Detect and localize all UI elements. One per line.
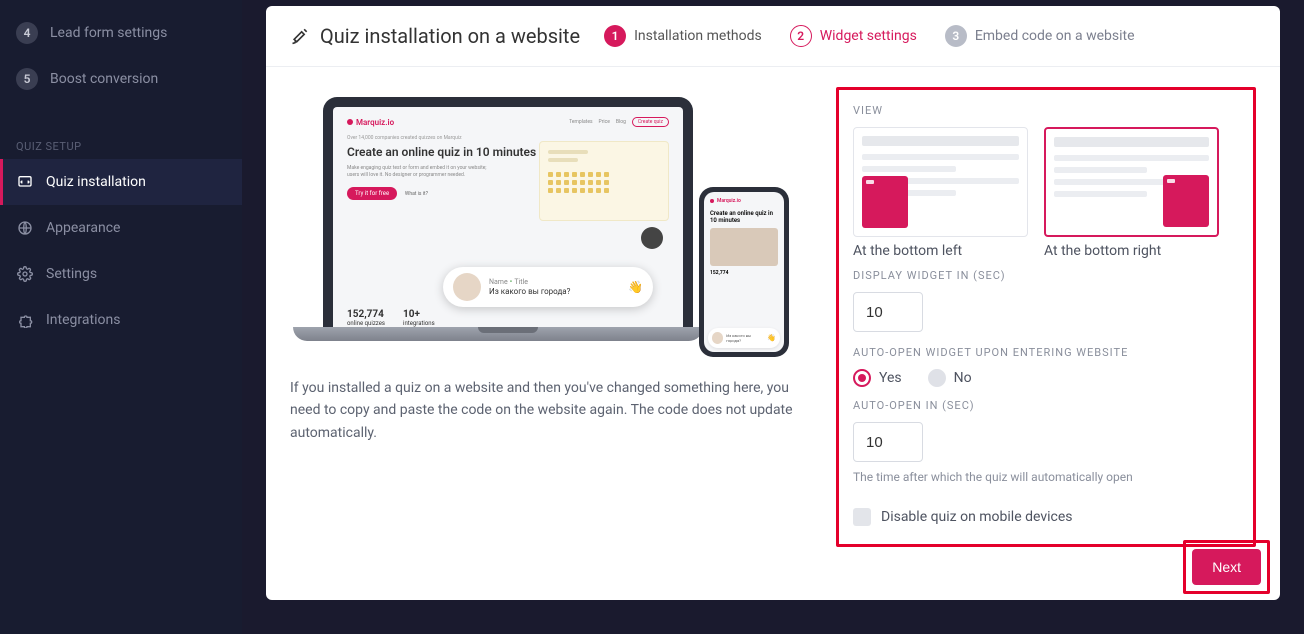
checkbox-icon xyxy=(853,508,871,526)
sidebar-item-label: Quiz installation xyxy=(46,174,146,190)
main-area: Quiz installation on a website 1 Install… xyxy=(242,0,1304,634)
wizard-steps: 1 Installation methods 2 Widget settings… xyxy=(604,25,1134,47)
globe-icon xyxy=(16,219,34,237)
page-title: Quiz installation on a website xyxy=(290,24,580,48)
autoopen-delay-input[interactable] xyxy=(853,422,923,462)
phone-mockup: Marquiz.io Create an online quiz in 10 m… xyxy=(699,187,789,357)
sidebar: 4 Lead form settings 5 Boost conversion … xyxy=(0,0,242,634)
card-header: Quiz installation on a website 1 Install… xyxy=(266,6,1280,67)
sidebar-step-lead-form[interactable]: 4 Lead form settings xyxy=(0,10,242,56)
card: Quiz installation on a website 1 Install… xyxy=(266,6,1280,600)
step-label: Lead form settings xyxy=(50,25,167,41)
sidebar-item-integrations[interactable]: Integrations xyxy=(0,297,242,343)
sidebar-item-appearance[interactable]: Appearance xyxy=(0,205,242,251)
step-number: 4 xyxy=(16,22,38,44)
cta-secondary: What is it? xyxy=(405,191,428,197)
autoopen-help: The time after which the quiz will autom… xyxy=(853,470,1239,484)
step-installation-methods[interactable]: 1 Installation methods xyxy=(604,25,762,47)
view-label: VIEW xyxy=(853,104,1239,117)
settings-panel: VIEW At the bottom left xyxy=(836,87,1256,547)
step-number: 5 xyxy=(16,68,38,90)
install-note: If you installed a quiz on a website and… xyxy=(290,377,816,444)
nav-links: TemplatesPriceBlogCreate quiz xyxy=(569,117,669,127)
widget-preview-icon xyxy=(1163,175,1209,227)
step-label: Widget settings xyxy=(820,28,917,44)
page-title-text: Quiz installation on a website xyxy=(320,24,580,48)
step-label: Boost conversion xyxy=(50,71,158,87)
step-number: 3 xyxy=(945,25,967,47)
step-label: Installation methods xyxy=(634,28,762,44)
code-icon xyxy=(16,173,34,191)
card-body: Marquiz.io TemplatesPriceBlogCreate quiz… xyxy=(266,67,1280,596)
view-option-left[interactable]: At the bottom left xyxy=(853,127,1028,259)
widget-preview-icon xyxy=(862,176,908,228)
next-button[interactable]: Next xyxy=(1192,549,1261,585)
autoopen-label: AUTO-OPEN WIDGET UPON ENTERING WEBSITE xyxy=(853,346,1239,359)
view-caption: At the bottom right xyxy=(1044,243,1219,259)
checkbox-label: Disable quiz on mobile devices xyxy=(881,509,1073,525)
puzzle-icon xyxy=(16,311,34,329)
radio-icon xyxy=(928,369,946,387)
sidebar-item-label: Settings xyxy=(46,266,97,282)
sidebar-step-boost[interactable]: 5 Boost conversion xyxy=(0,56,242,102)
view-option-right[interactable]: At the bottom right xyxy=(1044,127,1219,259)
avatar-badge xyxy=(641,227,663,249)
radio-label: No xyxy=(954,370,972,386)
step-embed-code[interactable]: 3 Embed code on a website xyxy=(945,25,1135,47)
sidebar-item-installation[interactable]: Quiz installation xyxy=(0,159,242,205)
brand-logo: Marquiz.io xyxy=(347,118,394,127)
laptop-notch xyxy=(478,327,538,333)
preview-column: Marquiz.io TemplatesPriceBlogCreate quiz… xyxy=(290,87,836,596)
sidebar-item-label: Integrations xyxy=(46,312,120,328)
cta-button: Try it for free xyxy=(347,187,397,200)
view-caption: At the bottom left xyxy=(853,243,1028,259)
step-label: Embed code on a website xyxy=(975,28,1135,44)
hero-sub: Make engaging quiz test or form and embe… xyxy=(347,165,487,179)
sidebar-item-label: Appearance xyxy=(46,220,120,236)
sidebar-item-settings[interactable]: Settings xyxy=(0,251,242,297)
wave-icon: 👋 xyxy=(628,280,643,294)
radio-icon xyxy=(853,369,871,387)
radio-label: Yes xyxy=(879,370,902,386)
device-preview: Marquiz.io TemplatesPriceBlogCreate quiz… xyxy=(323,97,783,357)
autoopen-delay-label: AUTO-OPEN IN (SEC) xyxy=(853,399,1239,412)
chat-widget: Name • Title Из какого вы города? 👋 xyxy=(443,267,653,307)
quiz-art xyxy=(539,141,669,221)
step-number: 1 xyxy=(604,25,626,47)
display-delay-label: DISPLAY WIDGET IN (SEC) xyxy=(853,269,1239,282)
radio-yes[interactable]: Yes xyxy=(853,369,902,387)
sidebar-section-label: QUIZ SETUP xyxy=(0,122,242,159)
radio-no[interactable]: No xyxy=(928,369,972,387)
step-number: 2 xyxy=(790,25,812,47)
next-highlight: Next xyxy=(1183,540,1270,594)
gear-icon xyxy=(16,265,34,283)
display-delay-input[interactable] xyxy=(853,292,923,332)
tools-icon xyxy=(290,26,310,46)
step-widget-settings[interactable]: 2 Widget settings xyxy=(790,25,917,47)
chat-avatar xyxy=(453,273,481,301)
disable-mobile-row[interactable]: Disable quiz on mobile devices xyxy=(853,508,1239,526)
